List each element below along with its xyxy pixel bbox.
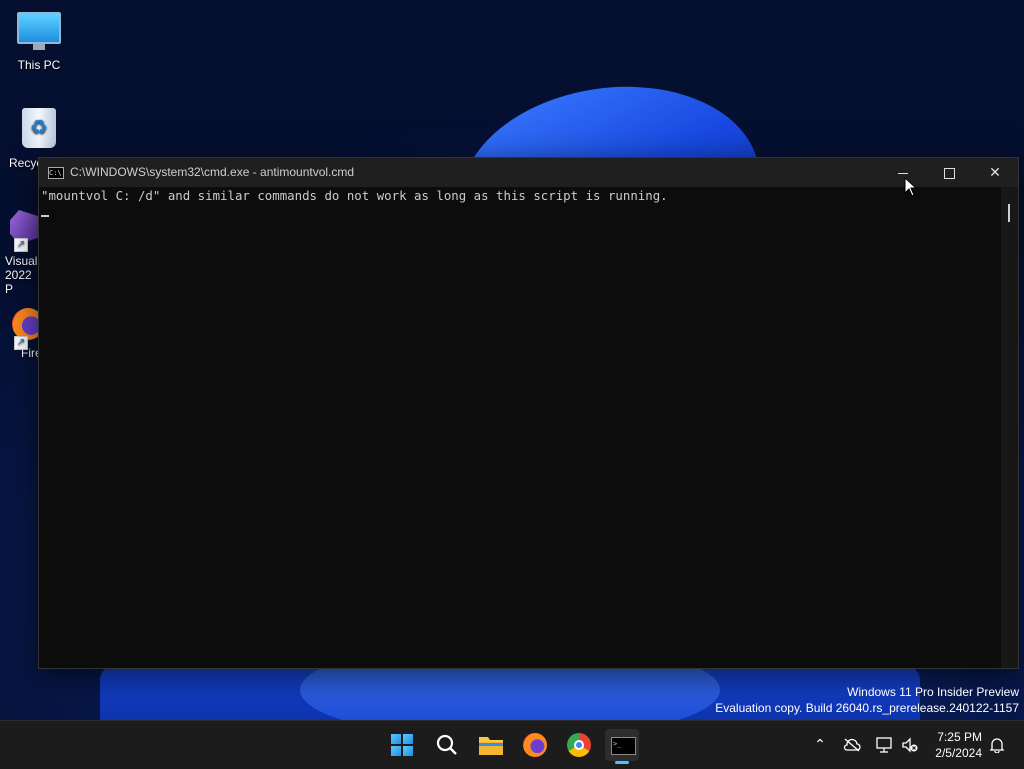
network-icon bbox=[876, 737, 892, 753]
maximize-button[interactable] bbox=[926, 158, 972, 187]
start-button[interactable] bbox=[387, 729, 419, 761]
firefox-taskbar-button[interactable] bbox=[519, 729, 551, 761]
network-button[interactable] bbox=[872, 721, 896, 769]
chrome-taskbar-button[interactable] bbox=[563, 729, 595, 761]
cmd-taskbar-button[interactable]: >_ bbox=[605, 729, 639, 764]
evaluation-watermark: Windows 11 Pro Insider Preview Evaluatio… bbox=[715, 684, 1019, 716]
shortcut-arrow-icon: ↗ bbox=[14, 238, 28, 252]
computer-icon bbox=[17, 12, 61, 50]
recycle-bin-icon: ♻ bbox=[22, 108, 56, 148]
minimize-icon bbox=[898, 172, 908, 174]
close-button[interactable]: ✕ bbox=[972, 158, 1018, 187]
volume-muted-icon bbox=[902, 737, 918, 753]
taskbar: >_ ⌃ 7:25 PM 2/5/2024 bbox=[0, 720, 1024, 769]
window-titlebar[interactable]: C:\ C:\WINDOWS\system32\cmd.exe - antimo… bbox=[39, 158, 1018, 187]
mouse-pointer-icon bbox=[904, 176, 918, 201]
windows-logo-icon bbox=[391, 734, 414, 757]
cloud-offline-icon bbox=[843, 738, 861, 752]
chrome-icon bbox=[567, 733, 591, 757]
show-hidden-icons-button[interactable]: ⌃ bbox=[810, 721, 830, 769]
folder-icon bbox=[479, 737, 503, 755]
shortcut-arrow-icon: ↗ bbox=[14, 336, 28, 350]
desktop-icon-firefox[interactable]: ↗ Fire bbox=[0, 308, 44, 360]
scrollbar-thumb[interactable] bbox=[1008, 204, 1010, 222]
onedrive-button[interactable] bbox=[840, 721, 864, 769]
search-icon bbox=[436, 734, 457, 755]
notifications-button[interactable] bbox=[986, 721, 1008, 769]
search-button[interactable] bbox=[431, 729, 463, 761]
desktop-icon-label-line2: 2022 P bbox=[5, 268, 32, 296]
clock[interactable]: 7:25 PM 2/5/2024 bbox=[935, 729, 982, 761]
bell-icon bbox=[989, 738, 1005, 754]
minimize-button[interactable] bbox=[880, 158, 926, 187]
watermark-line1: Windows 11 Pro Insider Preview bbox=[847, 685, 1019, 699]
cmd-app-icon[interactable]: C:\ bbox=[48, 167, 64, 179]
desktop-icon-visual-studio[interactable]: ↗ Visual 2022 P bbox=[0, 210, 40, 296]
maximize-icon bbox=[943, 167, 955, 179]
clock-date: 2/5/2024 bbox=[935, 746, 982, 760]
desktop-icon-this-pc[interactable]: This PC bbox=[0, 12, 79, 72]
clock-time: 7:25 PM bbox=[937, 730, 982, 744]
vertical-scrollbar[interactable] bbox=[1001, 187, 1018, 668]
console-output[interactable]: "mountvol C: /d" and similar commands do… bbox=[39, 187, 1001, 668]
desktop-icon-label: This PC bbox=[17, 58, 61, 72]
firefox-icon bbox=[523, 733, 547, 757]
console-line: "mountvol C: /d" and similar commands do… bbox=[41, 188, 668, 203]
active-window-indicator bbox=[615, 761, 629, 764]
text-cursor bbox=[41, 215, 49, 217]
terminal-icon: >_ bbox=[611, 737, 636, 755]
watermark-line2: Evaluation copy. Build 26040.rs_prerelea… bbox=[715, 701, 1019, 715]
volume-button[interactable] bbox=[898, 721, 922, 769]
desktop-icon-label-line1: Visual bbox=[5, 254, 38, 268]
chevron-up-icon: ⌃ bbox=[814, 737, 826, 753]
close-icon: ✕ bbox=[989, 164, 1001, 180]
cmd-window[interactable]: C:\ C:\WINDOWS\system32\cmd.exe - antimo… bbox=[38, 157, 1019, 669]
window-title: C:\WINDOWS\system32\cmd.exe - antimountv… bbox=[70, 165, 355, 179]
file-explorer-button[interactable] bbox=[475, 729, 507, 761]
